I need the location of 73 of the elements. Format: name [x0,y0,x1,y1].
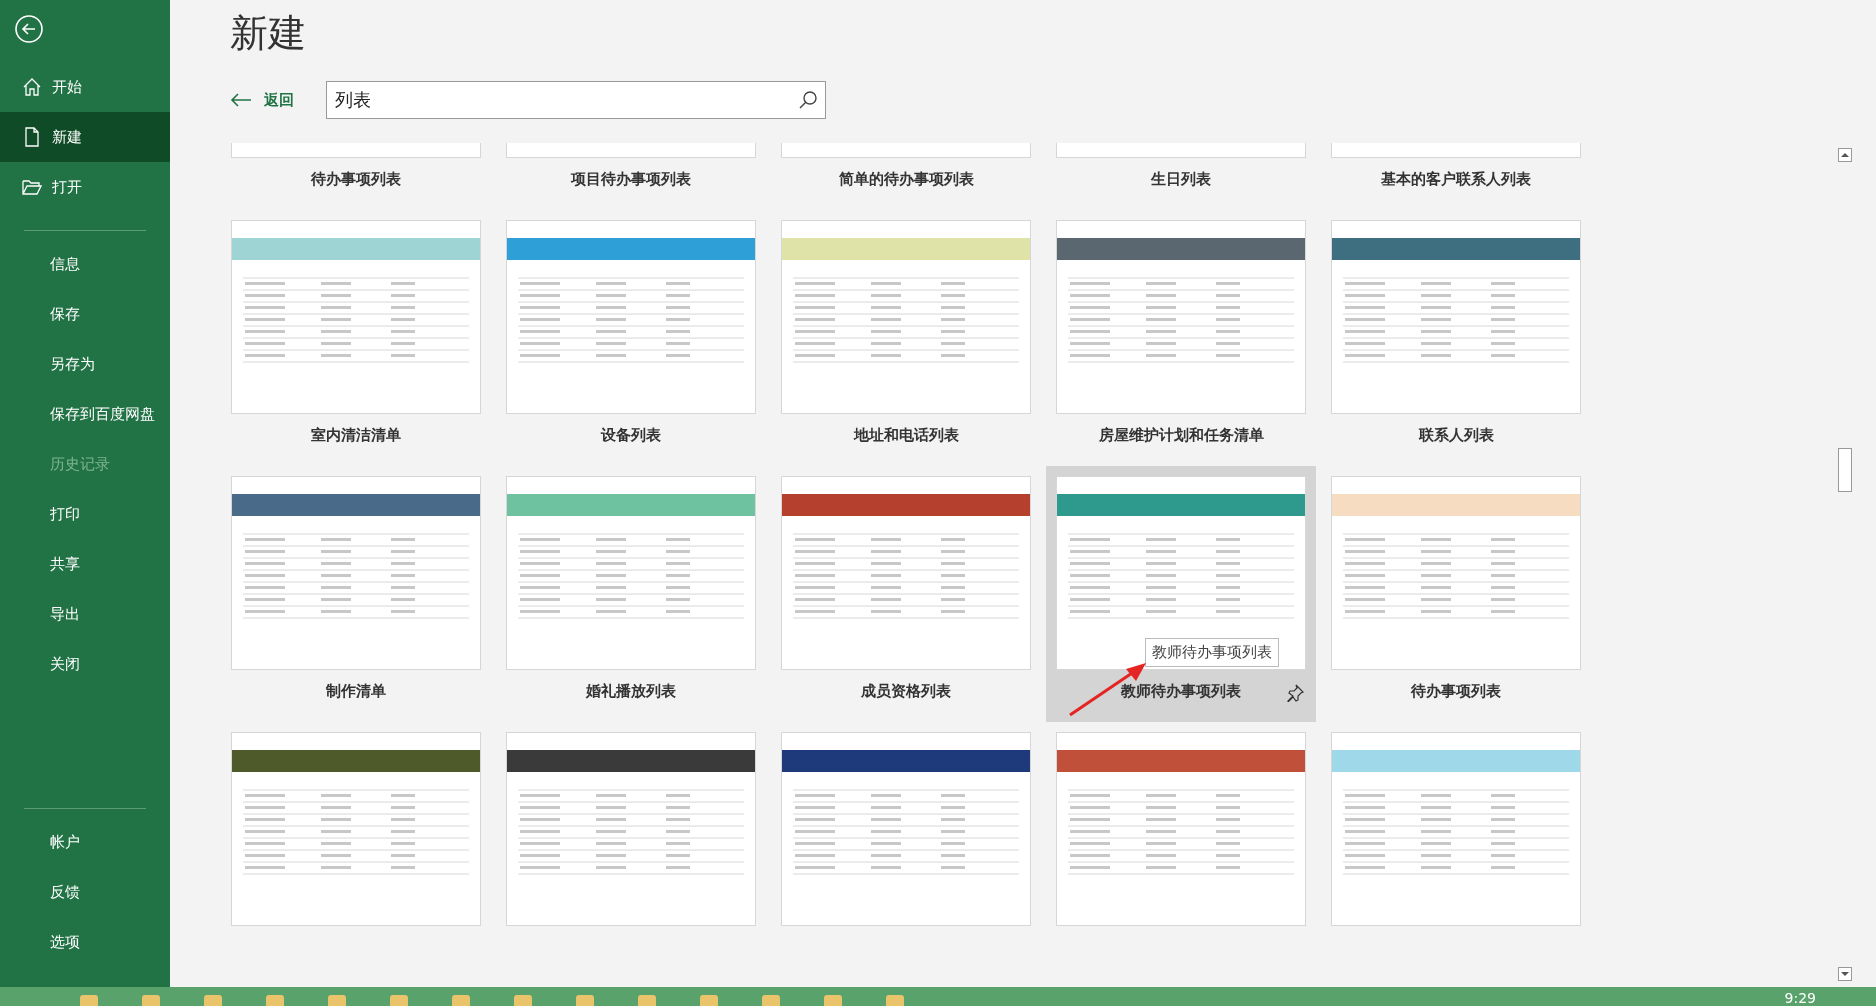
template-name: 室内清洁清单 [311,425,401,445]
template-card[interactable]: 地址和电话列表 [771,210,1041,466]
template-card[interactable]: 制作清单 [221,466,491,722]
search-icon[interactable] [798,90,818,110]
nav-item[interactable]: 导出 [0,589,170,639]
taskbar-app-icon[interactable] [576,995,594,1006]
template-name: 生日列表 [1151,169,1211,189]
nav-item[interactable]: 新建 [0,112,170,162]
taskbar-app-icon[interactable] [886,995,904,1006]
taskbar-app-icon[interactable] [80,995,98,1006]
template-name: 待办事项列表 [311,169,401,189]
template-name: 婚礼播放列表 [586,681,676,701]
scroll-up-icon[interactable] [1838,148,1852,162]
taskbar-app-icon[interactable] [762,995,780,1006]
nav-item[interactable]: 另存为 [0,339,170,389]
taskbar-app-icon[interactable] [390,995,408,1006]
template-card[interactable]: 婚礼播放列表 [496,466,766,722]
scroll-down-icon[interactable] [1838,967,1852,981]
back-icon[interactable] [14,14,44,44]
template-name: 成员资格列表 [861,681,951,701]
template-name: 制作清单 [326,681,386,701]
nav-item[interactable]: 关闭 [0,639,170,689]
nav-item[interactable]: 选项 [0,917,170,967]
template-card[interactable]: 房屋维护计划和任务清单 [1046,210,1316,466]
taskbar-app-icon[interactable] [204,995,222,1006]
nav-item[interactable]: 保存到百度网盘 [0,389,170,439]
nav-item[interactable]: 开始 [0,62,170,112]
template-card[interactable]: 室内清洁清单 [221,210,491,466]
template-card[interactable]: 基本的客户联系人列表 [1321,143,1591,210]
template-card[interactable]: 项目待办事项列表 [496,143,766,210]
taskbar-app-icon[interactable] [824,995,842,1006]
template-name: 房屋维护计划和任务清单 [1098,425,1264,445]
nav-item[interactable]: 信息 [0,239,170,289]
taskbar-app-icon[interactable] [638,995,656,1006]
scroll-thumb[interactable] [1838,448,1852,492]
back-link[interactable]: 返回 [230,90,294,110]
template-name: 基本的客户联系人列表 [1381,169,1531,189]
template-name: 待办事项列表 [1411,681,1501,701]
page-title: 新建 [230,10,307,57]
clock: 9:29 [1784,989,1816,1006]
template-name: 简单的待办事项列表 [838,169,974,189]
template-card[interactable]: 生日列表 [1046,143,1316,210]
nav-item[interactable]: 打开 [0,162,170,212]
nav-item[interactable]: 共享 [0,539,170,589]
template-card[interactable]: 设备列表 [496,210,766,466]
home-icon [22,77,42,97]
search-field[interactable]: 列表 [326,81,826,119]
scrollbar[interactable] [1836,148,1854,981]
template-card[interactable]: 待办事项列表 [221,143,491,210]
nav-item[interactable]: 反馈 [0,867,170,917]
taskbar-app-icon[interactable] [700,995,718,1006]
template-card[interactable]: 成员资格列表 [771,466,1041,722]
template-name: 地址和电话列表 [853,425,959,445]
tooltip: 教师待办事项列表 [1145,638,1279,667]
taskbar-app-icon[interactable] [328,995,346,1006]
taskbar-app-icon[interactable] [452,995,470,1006]
taskbar-app-icon[interactable] [142,995,160,1006]
template-card[interactable]: 简单的待办事项列表 [771,143,1041,210]
template-name: 联系人列表 [1418,425,1494,445]
nav-item[interactable]: 保存 [0,289,170,339]
folder-icon [22,177,42,197]
document-icon [22,127,42,147]
template-card[interactable]: 联系人列表 [1321,210,1591,466]
nav-item[interactable]: 帐户 [0,817,170,867]
pin-icon[interactable] [1286,684,1304,702]
arrow-icon [230,93,252,107]
template-name: 设备列表 [601,425,661,445]
template-name: 项目待办事项列表 [571,169,691,189]
template-name: 教师待办事项列表 [1121,681,1241,701]
template-card[interactable]: 待办事项列表 [1321,466,1591,722]
nav-item[interactable]: 打印 [0,489,170,539]
taskbar-app-icon[interactable] [514,995,532,1006]
taskbar-app-icon[interactable] [266,995,284,1006]
